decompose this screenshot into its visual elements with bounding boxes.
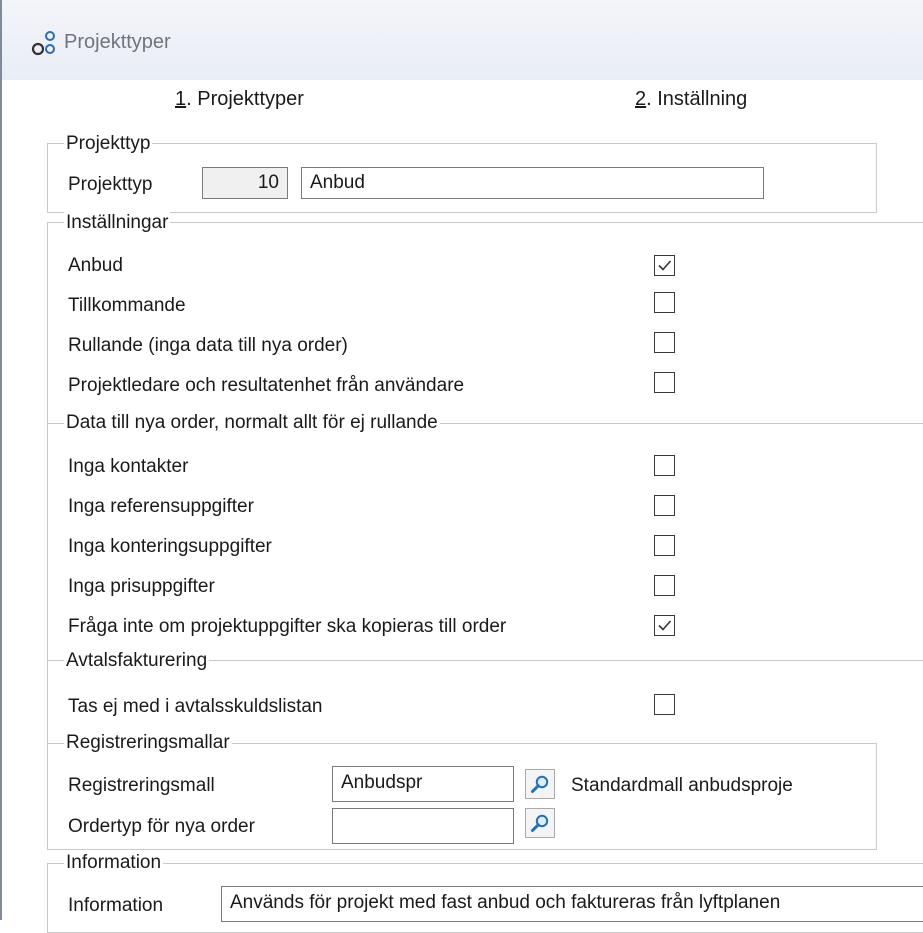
installningar-title: Inställningar bbox=[64, 212, 171, 234]
installning-label: Projektledare och resultatenhet från anv… bbox=[68, 375, 465, 396]
data-option-label: Fråga inte om projektuppgifter ska kopie… bbox=[68, 616, 507, 637]
window-title: Projekttyper bbox=[64, 31, 171, 53]
ordertyp-label: Ordertyp för nya order bbox=[68, 816, 255, 837]
app-shapes-icon bbox=[30, 30, 62, 58]
information-title: Information bbox=[64, 852, 164, 874]
search-icon bbox=[531, 814, 549, 832]
anbud-checkbox[interactable] bbox=[654, 255, 675, 276]
data-option-label: Inga kontakter bbox=[68, 456, 189, 477]
projekttyp-label: Projekttyp bbox=[68, 174, 153, 195]
inga-referensuppgifter-checkbox[interactable] bbox=[654, 495, 675, 516]
ordertyp-lookup-button[interactable] bbox=[525, 808, 555, 838]
tab-mnemonic: 2 bbox=[635, 88, 647, 110]
tab-projekttyper[interactable]: 1. Projekttyper bbox=[175, 88, 304, 111]
tab-label: . Projekttyper bbox=[186, 88, 304, 110]
registreringsmall-label: Registreringsmall bbox=[68, 775, 215, 796]
tillkommande-checkbox[interactable] bbox=[654, 292, 675, 313]
inga-prisuppgifter-checkbox[interactable] bbox=[654, 575, 675, 596]
registreringsmall-field[interactable]: Anbudspr bbox=[332, 766, 514, 802]
inga-konteringsuppgifter-checkbox[interactable] bbox=[654, 535, 675, 556]
ordertyp-field[interactable] bbox=[332, 808, 514, 844]
projektledare-checkbox[interactable] bbox=[654, 372, 675, 393]
data-option-label: Inga referensuppgifter bbox=[68, 496, 254, 517]
tab-mnemonic: 1 bbox=[175, 88, 187, 110]
sections-left-line bbox=[47, 222, 48, 820]
data-section-title: Data till nya order, normalt allt för ej… bbox=[64, 412, 440, 434]
installningar-top-line bbox=[47, 222, 923, 223]
registreringsmall-lookup-button[interactable] bbox=[525, 769, 555, 799]
projekttyp-group-title: Projekttyp bbox=[64, 133, 153, 155]
information-field[interactable]: Används för projekt med fast anbud och f… bbox=[221, 886, 923, 922]
data-option-label: Inga prisuppgifter bbox=[68, 576, 215, 597]
check-icon bbox=[658, 260, 672, 271]
inga-kontakter-checkbox[interactable] bbox=[654, 455, 675, 476]
rullande-checkbox[interactable] bbox=[654, 332, 675, 353]
registreringsmall-description: Standardmall anbudsproje bbox=[571, 775, 793, 796]
tas-ej-med-checkbox[interactable] bbox=[654, 694, 675, 715]
tab-label: . Inställning bbox=[646, 88, 748, 110]
installning-label: Rullande (inga data till nya order) bbox=[68, 335, 348, 356]
search-icon bbox=[531, 775, 549, 793]
projekttyp-name-field[interactable]: Anbud bbox=[301, 167, 764, 199]
fraga-inte-checkbox[interactable] bbox=[654, 615, 675, 636]
information-label: Information bbox=[68, 895, 164, 916]
avtal-section-title: Avtalsfakturering bbox=[64, 650, 210, 672]
projekttyp-number-field: 10 bbox=[202, 167, 288, 199]
registreringsmallar-title: Registreringsmallar bbox=[64, 732, 232, 754]
installning-label: Anbud bbox=[68, 255, 123, 276]
data-option-label: Inga konteringsuppgifter bbox=[68, 536, 272, 557]
avtal-option-label: Tas ej med i avtalsskuldslistan bbox=[68, 696, 323, 717]
tab-installning[interactable]: 2. Inställning bbox=[635, 88, 747, 111]
dialog-body: 1. Projekttyper 2. Inställning Projektty… bbox=[2, 80, 923, 933]
installning-label: Tillkommande bbox=[68, 295, 186, 316]
check-icon bbox=[658, 620, 672, 631]
